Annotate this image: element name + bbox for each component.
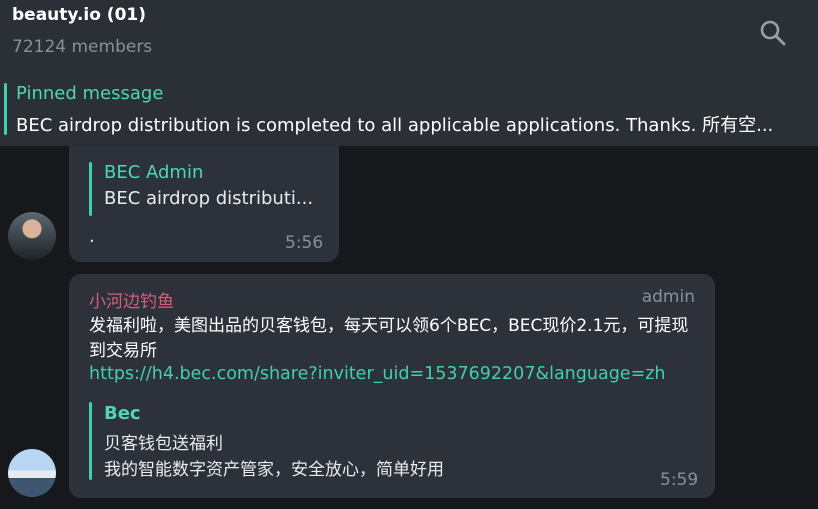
admin-badge: admin bbox=[641, 287, 695, 307]
reply-text: BEC airdrop distributi... bbox=[104, 188, 314, 209]
search-button[interactable] bbox=[757, 17, 789, 49]
avatar[interactable] bbox=[8, 449, 56, 497]
sender-name[interactable]: 小河边钓鱼 bbox=[89, 287, 174, 312]
member-count: 72124 members bbox=[12, 37, 153, 57]
preview-line-1: 贝客钱包送福利 bbox=[104, 434, 223, 454]
message-time: 5:56 bbox=[285, 233, 324, 253]
reply-sender[interactable]: BEC Admin bbox=[104, 162, 203, 183]
reply-accent-bar bbox=[89, 162, 92, 216]
preview-line-2: 我的智能数字资产管家，安全放心，简单好用 bbox=[104, 460, 444, 480]
pinned-label: Pinned message bbox=[16, 83, 164, 104]
chat-title[interactable]: beauty.io (01) bbox=[12, 5, 146, 25]
search-icon bbox=[760, 20, 786, 46]
message-link[interactable]: https://h4.bec.com/share?inviter_uid=153… bbox=[89, 364, 666, 384]
message-text: 发福利啦，美图出品的贝客钱包，每天可以领6个BEC，BEC现价2.1元，可提现到… bbox=[89, 316, 689, 361]
chat-header: beauty.io (01) 72124 members Pinned mess… bbox=[0, 0, 818, 146]
preview-accent-bar bbox=[89, 402, 92, 480]
pinned-text: BEC airdrop distribution is completed to… bbox=[16, 115, 774, 136]
preview-title[interactable]: Bec bbox=[104, 403, 141, 424]
message-text: . bbox=[89, 226, 95, 247]
avatar[interactable] bbox=[8, 212, 56, 260]
pinned-message[interactable]: Pinned message BEC airdrop distribution … bbox=[0, 80, 818, 144]
message-bubble[interactable]: BEC Admin BEC airdrop distributi... . 5:… bbox=[69, 146, 339, 262]
message-time: 5:59 bbox=[660, 470, 699, 490]
pinned-accent-bar bbox=[4, 83, 7, 135]
message-bubble[interactable]: 小河边钓鱼 admin 发福利啦，美图出品的贝客钱包，每天可以领6个BEC，BE… bbox=[69, 274, 715, 498]
